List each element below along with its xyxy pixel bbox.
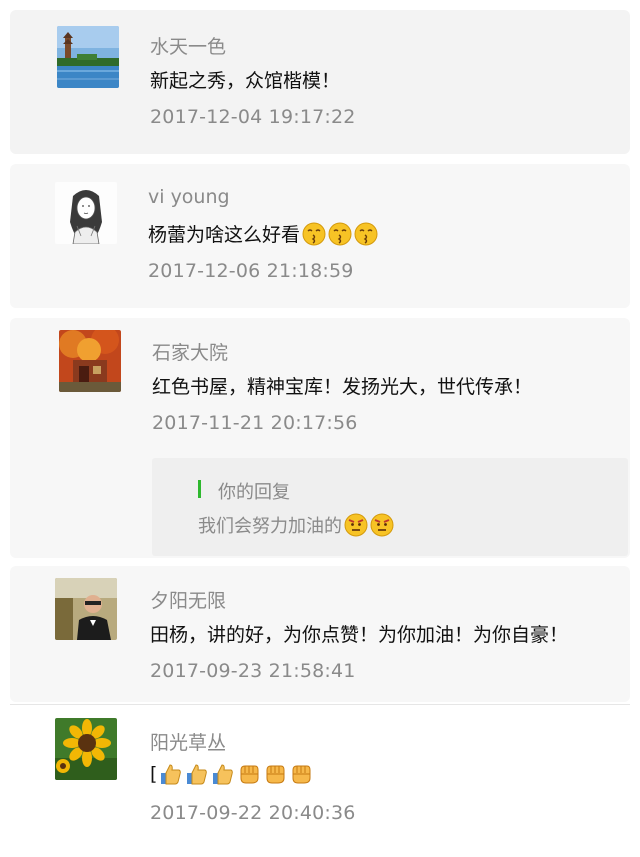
kiss-face-emoji — [302, 222, 326, 246]
avatar[interactable] — [55, 578, 117, 640]
commenter-name: 阳光草丛 — [150, 732, 227, 754]
commenter-name: 石家大院 — [152, 342, 229, 364]
reply-label: 你的回复 — [218, 482, 290, 503]
kiss-face-emoji — [328, 222, 352, 246]
comment-text-content: 杨蕾为啥这么好看 — [148, 224, 301, 246]
commenter-name: 水天一色 — [150, 36, 227, 58]
comment-text: 杨蕾为啥这么好看 — [148, 220, 378, 247]
fist-emoji — [289, 762, 313, 786]
comment-time: 2017-12-04 19:17:22 — [150, 106, 356, 128]
sketch-portrait-icon — [55, 182, 117, 244]
comment-card: vi young 杨蕾为啥这么好看 2017-12-06 21:18:59 — [10, 164, 630, 308]
comment-card: 阳光草丛 [ 2017-09-22 20:40:36 — [10, 706, 630, 850]
comment-time: 2017-09-23 21:58:41 — [150, 660, 356, 682]
kiss-face-emoji — [354, 222, 378, 246]
avatar[interactable] — [59, 330, 121, 392]
author-reply: 你的回复 我们会努力加油的 — [152, 458, 628, 556]
comment-text: 新起之秀，众馆楷模！ — [150, 66, 340, 93]
reply-indicator-bar — [198, 480, 201, 498]
comment-text-content: [ — [150, 763, 158, 785]
comment-text: 红色书屋，精神宝库！发扬光大，世代传承！ — [152, 372, 532, 399]
commenter-name: 夕阳无限 — [150, 590, 227, 612]
fist-emoji — [237, 762, 261, 786]
comment-time: 2017-09-22 20:40:36 — [150, 802, 356, 824]
comment-text-content: 红色书屋，精神宝库！发扬光大，世代传承！ — [152, 376, 533, 398]
reply-text: 我们会努力加油的 — [198, 512, 394, 538]
lake-pagoda-photo-icon — [57, 26, 119, 88]
comment-text-content: 新起之秀，众馆楷模！ — [150, 70, 341, 92]
avatar[interactable] — [57, 26, 119, 88]
avatar[interactable] — [55, 718, 117, 780]
fist-emoji — [263, 762, 287, 786]
man-portrait-photo-icon — [55, 578, 117, 640]
thumbs-up-emoji — [185, 762, 209, 786]
comment-text-content: 田杨，讲的好，为你点赞！为你加油！为你自豪！ — [150, 624, 569, 646]
divider — [10, 704, 630, 705]
comment-card: 夕阳无限 田杨，讲的好，为你点赞！为你加油！为你自豪！ 2017-09-23 2… — [10, 566, 630, 702]
reply-text-content: 我们会努力加油的 — [198, 516, 342, 537]
determined-face-emoji — [370, 513, 394, 537]
comment-text: [ — [150, 762, 313, 786]
comment-card: 水天一色 新起之秀，众馆楷模！ 2017-12-04 19:17:22 — [10, 10, 630, 154]
thumbs-up-emoji — [159, 762, 183, 786]
avatar[interactable] — [55, 182, 117, 244]
comment-time: 2017-11-21 20:17:56 — [152, 412, 358, 434]
determined-face-emoji — [344, 513, 368, 537]
comment-text: 田杨，讲的好，为你点赞！为你加油！为你自豪！ — [150, 620, 568, 647]
comment-card: 石家大院 红色书屋，精神宝库！发扬光大，世代传承！ 2017-11-21 20:… — [10, 318, 630, 558]
commenter-name: vi young — [148, 186, 230, 208]
sunflower-photo-icon — [55, 718, 117, 780]
thumbs-up-emoji — [211, 762, 235, 786]
autumn-courtyard-photo-icon — [59, 330, 121, 392]
comment-time: 2017-12-06 21:18:59 — [148, 260, 354, 282]
